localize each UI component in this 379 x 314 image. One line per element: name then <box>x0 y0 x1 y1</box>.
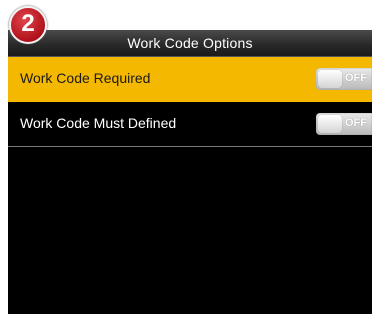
toggle-knob <box>318 115 342 133</box>
step-number-badge: 2 <box>9 6 47 44</box>
page-title: Work Code Options <box>127 35 253 51</box>
option-row-work-code-must-defined[interactable]: Work Code Must Defined OFF <box>8 102 372 147</box>
toggle-state-text: OFF <box>345 117 367 129</box>
title-bar: Work Code Options <box>8 30 372 57</box>
toggle-state-text: OFF <box>345 72 367 84</box>
option-label: Work Code Required <box>20 70 151 86</box>
device-screen: Work Code Options Work Code Required OFF… <box>8 30 372 314</box>
toggle-knob <box>318 70 342 88</box>
option-row-work-code-required[interactable]: Work Code Required OFF <box>8 57 372 102</box>
row-divider <box>8 146 372 147</box>
step-number: 2 <box>21 10 35 37</box>
option-label: Work Code Must Defined <box>20 115 177 131</box>
work-code-required-toggle[interactable]: OFF <box>316 68 372 90</box>
work-code-must-defined-toggle[interactable]: OFF <box>316 113 372 135</box>
